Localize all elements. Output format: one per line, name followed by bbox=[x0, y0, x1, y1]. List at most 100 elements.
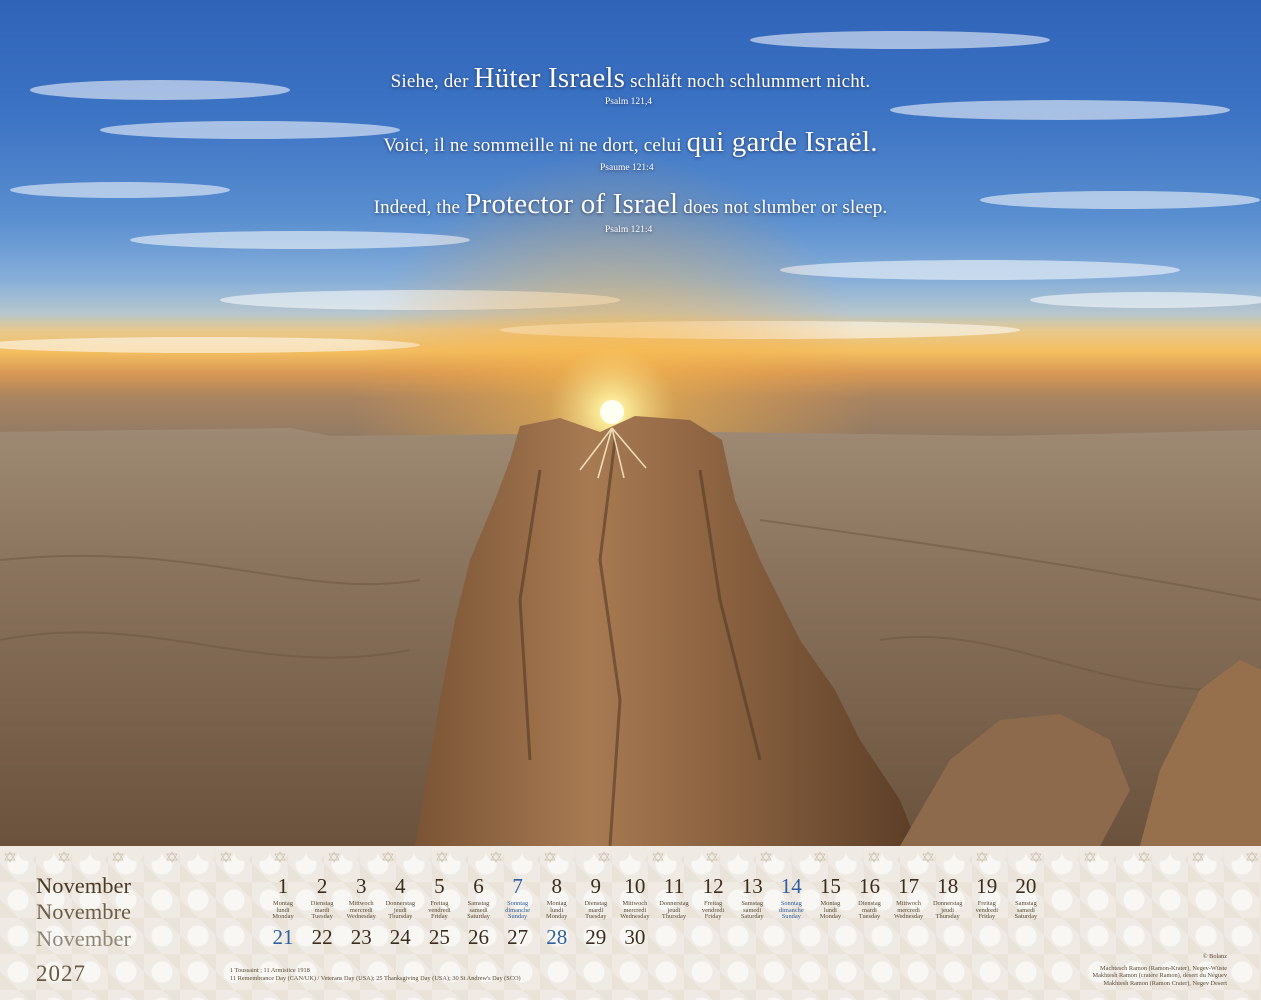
weekday-label: Montag lundi Monday bbox=[810, 900, 850, 921]
day-number: 19 bbox=[976, 874, 998, 898]
weekday-label: Dienstag mardi Tuesday bbox=[850, 900, 890, 921]
calendar-day-29: 29 bbox=[576, 926, 616, 948]
weekday-label-line: Tuesday bbox=[858, 913, 881, 921]
month-name-english: November bbox=[36, 926, 131, 951]
weekday-label: Donnerstag jeudi Thursday bbox=[380, 900, 420, 921]
weekday-label: Samstag samedi Saturday bbox=[1006, 900, 1046, 921]
weekday-label-line: Tuesday bbox=[311, 913, 333, 921]
day-number: 27 bbox=[507, 925, 529, 949]
calendar-day-7: 7 Sonntag dimanche Sunday bbox=[498, 875, 538, 921]
day-number: 29 bbox=[585, 925, 607, 949]
day-number: 13 bbox=[741, 874, 763, 898]
day-number: 26 bbox=[468, 925, 489, 949]
calendar-day-17: 17 Mittwoch mercredi Wednesday bbox=[889, 875, 929, 921]
verse-french-reference: Psaume 121:4 bbox=[600, 163, 654, 173]
calendar-day-2: 2 Dienstag mardi Tuesday bbox=[302, 875, 342, 921]
calendar-day-19: 19 Freitag vendredi Friday bbox=[967, 875, 1007, 921]
weekday-label: Montag lundi Monday bbox=[263, 900, 303, 921]
caption-french: Makhtesh Ramon (cratère Ramon), désert d… bbox=[1092, 972, 1227, 980]
weekday-label: Montag lundi Monday bbox=[537, 900, 577, 921]
month-name-french: Novembre bbox=[36, 899, 131, 924]
weekday-label-line: Saturday bbox=[467, 913, 490, 921]
weekday-label-line: Friday bbox=[978, 913, 996, 921]
weekday-label: Donnerstag jeudi Thursday bbox=[928, 900, 968, 921]
day-number: 28 bbox=[546, 925, 568, 949]
calendar-strip: November Novembre November 2027 1 Montag l… bbox=[0, 846, 1261, 1000]
verse-english-pre: Indeed, the bbox=[373, 197, 466, 218]
weekday-label-line: Wednesday bbox=[346, 913, 376, 921]
year: 2027 bbox=[36, 961, 86, 986]
calendar-day-18: 18 Donnerstag jeudi Thursday bbox=[928, 875, 968, 921]
verse-german-post: schläft noch schlummert nicht. bbox=[625, 71, 871, 92]
weekday-label: Samstag samedi Saturday bbox=[459, 900, 499, 921]
calendar-day-21: 21 bbox=[263, 926, 303, 948]
day-number: 7 bbox=[512, 874, 523, 898]
day-number: 5 bbox=[434, 874, 445, 898]
holiday-note-french: 1 Toussaint ; 11 Armistice 1918 bbox=[230, 967, 310, 974]
day-number: 17 bbox=[898, 874, 920, 898]
weekday-label: Freitag vendredi Friday bbox=[693, 900, 733, 921]
weekday-label: Mittwoch mercredi Wednesday bbox=[615, 900, 655, 921]
verse-french: Voici, il ne sommeille ni ne dort, celui… bbox=[0, 126, 1261, 173]
calendar-day-3: 3 Mittwoch mercredi Wednesday bbox=[341, 875, 381, 921]
day-number: 2 bbox=[316, 874, 328, 898]
weekday-label-line: Monday bbox=[272, 913, 294, 921]
weekday-label: Freitag vendredi Friday bbox=[967, 900, 1007, 921]
caption-german: Machtesch Ramon (Ramon-Krater), Negev-Wü… bbox=[1100, 964, 1227, 972]
calendar-day-23: 23 bbox=[341, 926, 381, 948]
verse-english-reference: Psalm 121:4 bbox=[605, 225, 653, 235]
verse-french-pre: Voici, il ne sommeille ni ne dort, celui bbox=[383, 135, 687, 156]
weekday-label-line: Monday bbox=[819, 913, 842, 921]
calendar-day-14: 14 Sonntag dimanche Sunday bbox=[771, 875, 811, 921]
holiday-notes: 1 Toussaint ; 11 Armistice 1918 11 Remem… bbox=[230, 967, 521, 982]
day-number: 4 bbox=[395, 874, 406, 898]
weekday-label-line: Tuesday bbox=[585, 913, 607, 921]
verse-english-emphasis: Protector of Israel bbox=[465, 188, 679, 220]
day-number: 6 bbox=[473, 874, 484, 898]
day-number: 20 bbox=[1015, 874, 1037, 898]
day-number: 14 bbox=[780, 874, 802, 898]
calendar-day-30: 30 bbox=[615, 926, 655, 948]
weekday-label-line: Thursday bbox=[935, 913, 960, 921]
weekday-label-line: Saturday bbox=[1014, 913, 1038, 921]
weekday-label-line: Friday bbox=[704, 913, 722, 921]
day-number: 24 bbox=[389, 925, 411, 949]
calendar-day-26: 26 bbox=[459, 926, 499, 948]
weekday-label: Freitag vendredi Friday bbox=[419, 900, 459, 921]
weekday-label-line: Wednesday bbox=[620, 913, 650, 921]
weekday-label-line: Sunday bbox=[508, 913, 528, 921]
day-number: 10 bbox=[624, 874, 646, 898]
verse-german-emphasis: Hüter Israels bbox=[473, 62, 626, 94]
weekday-label-line: Thursday bbox=[661, 913, 687, 921]
verse-german-pre: Siehe, der bbox=[390, 71, 474, 92]
copyright: © Bolanz bbox=[1202, 953, 1227, 960]
calendar-day-27: 27 bbox=[498, 926, 538, 948]
weekday-label-line: Monday bbox=[546, 913, 568, 921]
calendar-day-4: 4 Donnerstag jeudi Thursday bbox=[380, 875, 420, 921]
verse-french-emphasis: qui garde Israël. bbox=[686, 126, 878, 158]
calendar-day-15: 15 Montag lundi Monday bbox=[810, 875, 850, 921]
month-name-german: November bbox=[36, 873, 131, 898]
calendar-day-8: 8 Montag lundi Monday bbox=[537, 875, 577, 921]
calendar-day-10: 10 Mittwoch mercredi Wednesday bbox=[615, 875, 655, 921]
day-number: 18 bbox=[937, 874, 959, 898]
calendar-day-22: 22 bbox=[302, 926, 342, 948]
day-number: 15 bbox=[819, 874, 841, 898]
calendar-day-24: 24 bbox=[380, 926, 420, 948]
weekday-label-line: Friday bbox=[431, 913, 448, 921]
day-number: 1 bbox=[277, 874, 289, 898]
calendar-day-13: 13 Samstag samedi Saturday bbox=[732, 875, 772, 921]
weekday-label-line: Sunday bbox=[781, 913, 801, 921]
calendar-day-25: 25 bbox=[419, 926, 459, 948]
lace-border bbox=[0, 846, 1261, 863]
day-number: 3 bbox=[355, 874, 367, 898]
day-number: 16 bbox=[859, 874, 880, 898]
day-number: 25 bbox=[428, 925, 450, 949]
calendar-day-5: 5 Freitag vendredi Friday bbox=[419, 875, 459, 921]
weekday-label-line: Wednesday bbox=[893, 913, 924, 921]
day-number: 12 bbox=[702, 874, 724, 898]
verse-german-reference: Psalm 121,4 bbox=[605, 97, 652, 107]
calendar-day-1: 1 Montag lundi Monday bbox=[263, 875, 303, 921]
weekday-label: Mittwoch mercredi Wednesday bbox=[889, 900, 929, 921]
verse-english: Indeed, the Protector of Israel does not… bbox=[0, 188, 1261, 235]
